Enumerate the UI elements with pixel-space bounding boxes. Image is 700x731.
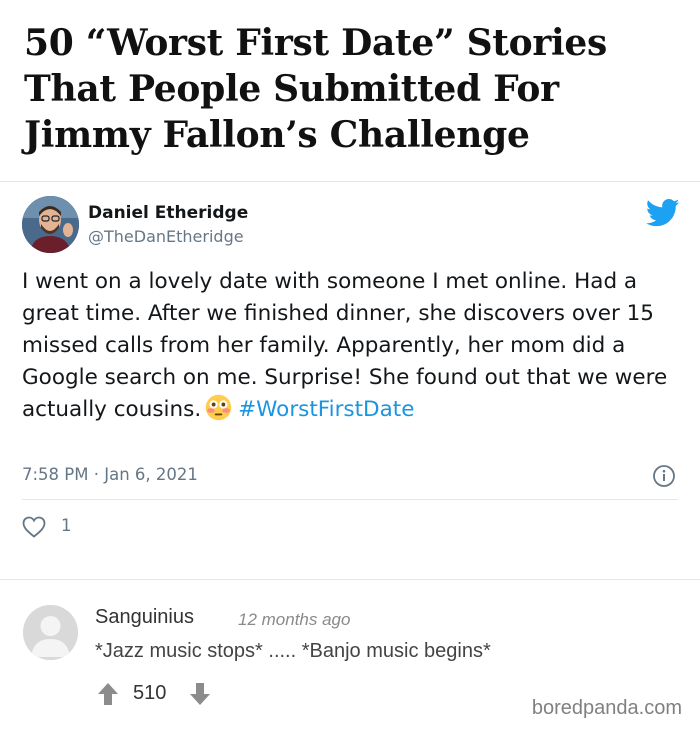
vote-count: 510 [133, 682, 167, 704]
divider [0, 579, 700, 580]
like-count: 1 [61, 516, 72, 535]
flushed-face-icon [205, 394, 232, 421]
comment-text: *Jazz music stops* ..... *Banjo music be… [95, 640, 491, 662]
tweet-body: I went on a lovely date with someone I m… [22, 266, 682, 426]
heart-icon[interactable] [22, 516, 46, 538]
twitter-bird-icon[interactable] [646, 198, 680, 228]
commenter-name[interactable]: Sanguinius [95, 606, 194, 629]
tweet-author-handle[interactable]: @TheDanEtheridge [88, 227, 244, 246]
info-icon[interactable] [652, 464, 676, 488]
tweet-author-avatar[interactable] [22, 196, 79, 253]
tweet-timestamp[interactable]: 7:58 PM · Jan 6, 2021 [22, 465, 198, 484]
upvote-arrow-icon[interactable] [97, 682, 119, 706]
commenter-avatar[interactable] [23, 605, 78, 660]
comment-time: 12 months ago [238, 610, 351, 629]
article-title: 50 “Worst First Date” Stories That Peopl… [24, 22, 607, 156]
tweet-card: Daniel Etheridge @TheDanEtheridge I went… [0, 182, 700, 579]
tweet-author-name[interactable]: Daniel Etheridge [88, 203, 248, 223]
boredpanda-watermark: boredpanda.com [531, 697, 682, 719]
hashtag-link[interactable]: #WorstFirstDate [238, 397, 414, 422]
downvote-arrow-icon[interactable] [189, 682, 211, 706]
tweet-divider [22, 499, 678, 500]
